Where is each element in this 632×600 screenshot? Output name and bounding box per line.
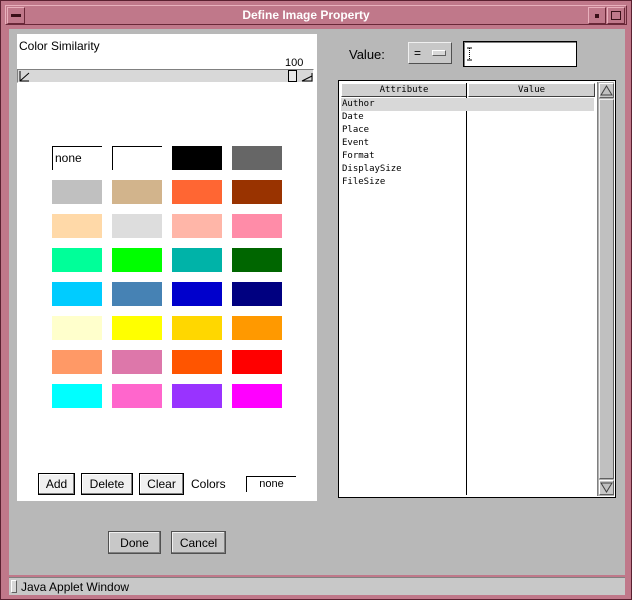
color-swatch[interactable]: [52, 248, 102, 272]
done-button[interactable]: Done: [108, 531, 161, 554]
color-swatch[interactable]: [172, 248, 222, 272]
scroll-down-button[interactable]: [599, 480, 614, 495]
attribute-cell: Event: [342, 138, 370, 148]
color-swatch[interactable]: [172, 316, 222, 340]
color-swatch[interactable]: [232, 180, 282, 204]
table-row[interactable]: Place: [341, 124, 594, 137]
value-column-header[interactable]: Value: [468, 83, 595, 97]
value-input[interactable]: [463, 41, 577, 67]
color-panel: Color Similarity 100 none Add Delete Cle…: [17, 34, 317, 501]
color-swatch[interactable]: [112, 316, 162, 340]
color-similarity-value: 100: [285, 57, 304, 69]
table-row[interactable]: Format: [341, 150, 594, 163]
color-swatch-empty[interactable]: [112, 146, 162, 170]
window-title: Define Image Property: [242, 8, 370, 22]
clear-colors-button[interactable]: Clear: [139, 473, 184, 495]
attribute-cell: DisplaySize: [342, 164, 402, 174]
table-row[interactable]: FileSize: [341, 176, 594, 189]
operator-value: =: [414, 46, 422, 60]
delete-color-button[interactable]: Delete: [81, 473, 133, 495]
attribute-cell: Date: [342, 112, 364, 122]
color-swatch[interactable]: [172, 384, 222, 408]
color-swatch[interactable]: [232, 350, 282, 374]
color-swatch[interactable]: [172, 180, 222, 204]
colors-label: Colors: [191, 477, 226, 491]
attribute-cell: Author: [342, 99, 375, 109]
color-similarity-slider[interactable]: [17, 69, 314, 83]
add-color-button[interactable]: Add: [38, 473, 75, 495]
cancel-button[interactable]: Cancel: [171, 531, 226, 554]
color-swatch[interactable]: [52, 350, 102, 374]
minimize-button[interactable]: [588, 7, 606, 24]
slider-max-marker-icon: [301, 73, 313, 82]
color-swatch[interactable]: [232, 248, 282, 272]
slider-thumb[interactable]: [288, 70, 297, 82]
color-swatch[interactable]: [172, 282, 222, 306]
minimize-icon: [595, 14, 599, 18]
color-swatch[interactable]: [52, 384, 102, 408]
colors-value-field[interactable]: none: [246, 476, 296, 492]
attribute-cell: Format: [342, 151, 375, 161]
color-swatch[interactable]: [112, 214, 162, 238]
table-scrollbar[interactable]: [597, 82, 614, 496]
scroll-down-arrow-icon: [600, 482, 613, 493]
color-swatch[interactable]: [112, 384, 162, 408]
table-row[interactable]: Author: [341, 98, 594, 111]
color-swatch[interactable]: [112, 248, 162, 272]
swatch-none-label: none: [55, 151, 82, 165]
color-swatch[interactable]: [232, 214, 282, 238]
maximize-icon: [611, 11, 621, 20]
operator-select[interactable]: =: [408, 42, 452, 64]
attribute-cell: Place: [342, 125, 370, 135]
color-swatch[interactable]: [52, 316, 102, 340]
color-swatch[interactable]: [232, 384, 282, 408]
table-row[interactable]: DisplaySize: [341, 163, 594, 176]
color-swatch[interactable]: [112, 282, 162, 306]
color-swatch[interactable]: [232, 282, 282, 306]
scroll-up-button[interactable]: [599, 83, 614, 98]
slider-min-marker-icon: [19, 71, 30, 82]
color-swatch[interactable]: [52, 180, 102, 204]
status-text: Java Applet Window: [21, 580, 130, 594]
color-swatch[interactable]: [112, 350, 162, 374]
value-label: Value:: [349, 47, 385, 62]
maximize-button[interactable]: [607, 7, 625, 24]
color-swatch[interactable]: [232, 316, 282, 340]
scroll-thumb[interactable]: [599, 99, 614, 479]
text-cursor-icon: [467, 47, 472, 61]
table-row[interactable]: Event: [341, 137, 594, 150]
status-bar: Java Applet Window: [9, 577, 625, 595]
window-menu-icon: [11, 14, 21, 17]
window-menu-button[interactable]: [7, 7, 25, 24]
color-swatch-none[interactable]: none: [52, 146, 102, 170]
color-swatch[interactable]: [172, 214, 222, 238]
color-swatch[interactable]: [52, 282, 102, 306]
title-bar[interactable]: Define Image Property: [5, 5, 627, 25]
color-swatch[interactable]: [172, 146, 222, 170]
attribute-table[interactable]: Attribute Value Author Date Place Event Form…: [338, 80, 616, 498]
table-row[interactable]: Date: [341, 111, 594, 124]
color-similarity-label: Color Similarity: [19, 39, 100, 53]
color-swatch[interactable]: [232, 146, 282, 170]
dialog-content: Color Similarity 100 none Add Delete Cle…: [9, 29, 625, 575]
color-swatch[interactable]: [172, 350, 222, 374]
color-swatch[interactable]: [112, 180, 162, 204]
color-swatch[interactable]: [52, 214, 102, 238]
attribute-column-header[interactable]: Attribute: [341, 83, 467, 97]
dialog-window: Define Image Property Color Similarity 1…: [0, 0, 632, 600]
attribute-cell: FileSize: [342, 177, 386, 187]
status-grip-icon: [11, 580, 17, 593]
option-menu-indicator-icon: [432, 50, 446, 56]
scroll-up-arrow-icon: [600, 85, 613, 96]
